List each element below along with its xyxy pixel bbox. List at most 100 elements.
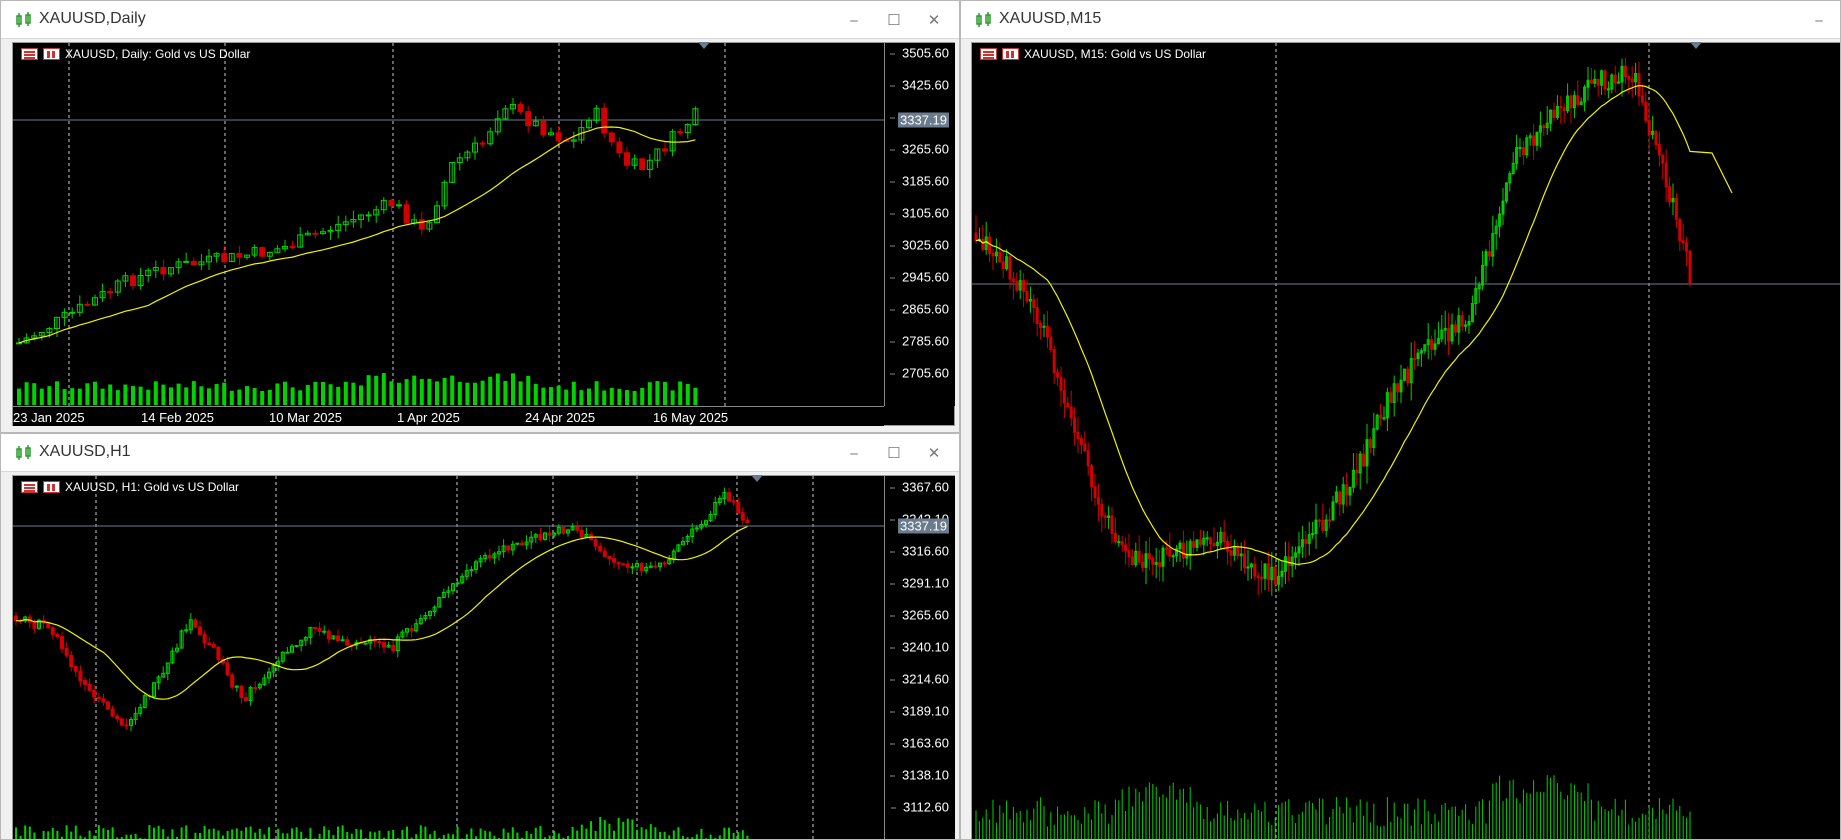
candle-body	[1110, 515, 1114, 534]
price-tick-label: 2705.60	[890, 365, 949, 381]
shift-marker-icon[interactable]	[1690, 42, 1702, 49]
candle-body	[988, 236, 992, 254]
chart-window-daily[interactable]: XAUUSD,Daily ⎯ ☐ ✕ XAUUSD, Daily: Gold v…	[0, 0, 960, 433]
candle-body	[1382, 417, 1386, 420]
shift-marker-icon[interactable]	[751, 475, 763, 482]
price-plot[interactable]	[972, 43, 1841, 840]
maximize-button[interactable]: ☐	[877, 7, 911, 33]
candle-body	[1022, 280, 1026, 292]
chart-area[interactable]: XAUUSD, H1: Gold vs US Dollar 3367.60334…	[12, 475, 955, 840]
candle-body	[1345, 484, 1349, 496]
candle-body	[1120, 541, 1124, 546]
candle-body	[326, 630, 331, 640]
candle-body	[202, 633, 207, 644]
shift-marker-icon[interactable]	[698, 42, 710, 49]
candle-body	[1532, 135, 1536, 146]
candle-body	[1668, 186, 1672, 203]
candle-body	[55, 633, 60, 638]
candle-body	[616, 561, 621, 565]
close-button[interactable]: ✕	[917, 440, 951, 466]
candle-body	[1647, 119, 1651, 135]
bars-icon	[43, 481, 60, 493]
candle-body	[46, 622, 51, 629]
minimize-button[interactable]: ⎯	[837, 440, 871, 466]
candle-body	[107, 291, 114, 294]
candle-body	[1222, 531, 1226, 543]
candle-body	[190, 260, 197, 266]
candle-body	[1678, 218, 1682, 242]
candlestick-icon	[976, 12, 991, 27]
price-tick-label: 3185.60	[890, 173, 949, 189]
candle-body	[119, 718, 124, 726]
title-bar[interactable]: XAUUSD,H1 ⎯ ☐ ✕	[1, 434, 959, 472]
candle-body	[1147, 553, 1151, 560]
title-bar[interactable]: XAUUSD,M15 ⎯	[961, 1, 1840, 39]
price-axis[interactable]: 3505.603425.603345.603265.603185.603105.…	[884, 43, 955, 406]
minimize-button[interactable]: ⎯	[1802, 7, 1836, 33]
candle-body	[289, 245, 296, 248]
candle-body	[1518, 147, 1522, 150]
candle-body	[1066, 402, 1070, 408]
candle-body	[469, 569, 474, 572]
candle-body	[1076, 431, 1080, 440]
price-plot[interactable]	[13, 476, 884, 840]
candle-body	[73, 665, 78, 672]
candle-body	[16, 342, 22, 345]
price-tick-label: 3291.10	[890, 575, 949, 591]
candle-body	[1032, 298, 1036, 309]
moving-average-line	[975, 84, 1733, 565]
candle-body	[1209, 537, 1213, 545]
chart-legend: XAUUSD, H1: Gold vs US Dollar	[21, 480, 239, 494]
window-title: XAUUSD,M15	[999, 10, 1102, 27]
candle-body	[1256, 575, 1260, 578]
candle-body	[1079, 438, 1083, 445]
candle-body	[1589, 79, 1593, 84]
price-tick-label: 3425.60	[890, 77, 949, 93]
candle-body	[1542, 125, 1546, 129]
candle-body	[540, 120, 547, 136]
candle-body	[78, 670, 83, 682]
legend-text: XAUUSD, H1: Gold vs US Dollar	[65, 480, 240, 494]
maximize-button[interactable]: ☐	[877, 440, 911, 466]
candle-body	[727, 492, 731, 502]
candle-body	[1389, 392, 1393, 403]
candle-body	[388, 199, 395, 207]
candle-body	[14, 615, 18, 622]
chart-area[interactable]: XAUUSD, Daily: Gold vs US Dollar 3505.60…	[12, 42, 955, 426]
candle-body	[1674, 197, 1678, 220]
candle-body	[96, 696, 101, 700]
candle-body	[60, 636, 64, 649]
candle-body	[740, 512, 745, 521]
chart-window-h1[interactable]: XAUUSD,H1 ⎯ ☐ ✕ XAUUSD, H1: Gold vs US D…	[0, 433, 960, 840]
candle-body	[92, 689, 97, 698]
date-tick-label: 24 Apr 2025	[525, 410, 596, 425]
candle-body	[616, 141, 623, 154]
candle-body	[653, 565, 658, 568]
candle-body	[1124, 544, 1128, 552]
candle-body	[1192, 541, 1196, 548]
title-bar[interactable]: XAUUSD,Daily ⎯ ☐ ✕	[1, 1, 959, 39]
minimize-button[interactable]: ⎯	[837, 7, 871, 33]
candle-body	[1025, 290, 1029, 302]
price-plot[interactable]	[13, 43, 884, 406]
candle-body	[225, 662, 230, 676]
date-tick-label: 14 Feb 2025	[141, 410, 215, 425]
candle-body	[1447, 328, 1451, 342]
candle-body	[110, 708, 115, 717]
candle-body	[1630, 78, 1634, 83]
candle-body	[336, 635, 340, 642]
candle-body	[1328, 519, 1332, 522]
candle-body	[1664, 162, 1668, 188]
candle-body	[317, 628, 322, 632]
date-axis[interactable]: 23 Jan 2025 14 Feb 2025 10 Mar 2025 1 Apr 2…	[13, 406, 884, 426]
candle-body	[1168, 548, 1172, 557]
candle-body	[1362, 453, 1366, 467]
candle-body	[1640, 95, 1644, 103]
chart-window-m15[interactable]: XAUUSD,M15 ⎯ XAUUSD, M15: Gold vs US Dol…	[960, 0, 1841, 840]
candle-body	[1685, 242, 1689, 252]
candle-body	[1460, 315, 1464, 327]
close-button[interactable]: ✕	[917, 7, 951, 33]
price-axis[interactable]: 3367.603342.103316.603291.103265.603240.…	[884, 476, 955, 839]
chart-area[interactable]: XAUUSD, M15: Gold vs US Dollar	[971, 42, 1841, 840]
candle-body	[377, 640, 382, 644]
